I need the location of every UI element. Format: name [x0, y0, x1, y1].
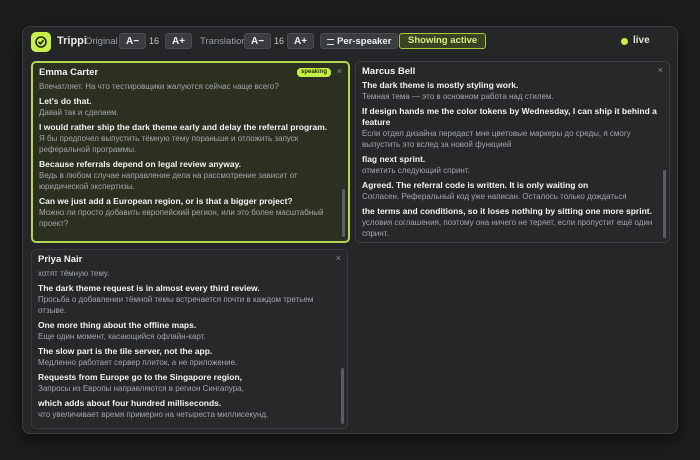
original-line: I would rather ship the dark theme early… — [39, 122, 328, 132]
speaker-name: Marcus Bell — [362, 66, 416, 77]
speaker-panel-emma[interactable]: Emma Carter speaking × Впечатляет. На чт… — [31, 61, 350, 243]
translation-line: Ведь в любом случае направление дела на … — [39, 171, 298, 191]
per-speaker-label: Per-speaker — [337, 36, 392, 47]
original-increase-button[interactable]: A+ — [165, 33, 193, 49]
close-icon[interactable]: × — [337, 66, 342, 76]
translation-line: Если отдел дизайна передаст мне цветовые… — [362, 129, 631, 149]
translation-line: Темная тема — это в основном работа над … — [362, 92, 554, 101]
translation-line: Еще один момент, касающийся офлайн-карт. — [38, 332, 206, 341]
speaker-panel-marcus[interactable]: Marcus Bell × The dark theme is mostly s… — [355, 61, 670, 243]
toolbar: Trippi Original A− 16 A+ Translation A− … — [23, 27, 677, 57]
original-line: the terms and conditions, so it loses no… — [362, 206, 652, 216]
transcript-list: хотят тёмную тему. The dark theme reques… — [38, 268, 337, 424]
app-title: Trippi — [57, 35, 87, 47]
translation-line: Можно ли просто добавить европейский рег… — [39, 208, 324, 228]
original-line: Agreed. The referral code is written. It… — [362, 180, 589, 190]
translation-line: отметить следующий спринт. — [362, 166, 470, 175]
translation-line: Давай так и сделаем. — [39, 108, 119, 117]
translation-increase-button[interactable]: A+ — [287, 33, 315, 49]
scrollbar[interactable] — [663, 170, 666, 238]
original-line: Can we just add a European region, or is… — [39, 196, 293, 206]
translation-line: Запросы из Европы направляются в регион … — [38, 384, 244, 393]
original-line: which adds about four hundred millisecon… — [38, 398, 222, 408]
original-size-value: 16 — [149, 36, 160, 46]
transcript-list: Впечатляет. На что тестировщики жалуются… — [39, 81, 338, 233]
list-icon — [327, 39, 334, 45]
translation-line: Согласен. Реферальный код уже написан. О… — [362, 192, 627, 201]
translation-line: Медленно работает сервер плиток, а не пр… — [38, 358, 238, 367]
close-icon[interactable]: × — [658, 65, 663, 75]
translation-line: Я бы предпочел выпустить тёмную тему пор… — [39, 134, 299, 154]
translation-size-value: 16 — [274, 36, 285, 46]
live-indicator-icon — [621, 38, 628, 45]
translation-decrease-button[interactable]: A− — [244, 33, 272, 49]
original-decrease-button[interactable]: A− — [119, 33, 147, 49]
original-line: Let's do that. — [39, 96, 92, 106]
translation-line: Впечатляет. На что тестировщики жалуются… — [39, 82, 279, 91]
per-speaker-button[interactable]: Per-speaker — [320, 33, 399, 49]
original-line: The slow part is the tile server, not th… — [38, 346, 213, 356]
translation-line: условия соглашения, поэтому она ничего н… — [362, 218, 653, 238]
translation-line: хотят тёмную тему. — [38, 269, 110, 278]
translation-label: Translation — [200, 36, 247, 47]
original-line: Because referrals depend on legal review… — [39, 159, 242, 169]
speaker-name: Emma Carter — [39, 67, 99, 78]
scrollbar[interactable] — [342, 189, 345, 237]
original-line: flag next sprint. — [362, 154, 426, 164]
speaker-name: Priya Nair — [38, 254, 83, 265]
original-line: Requests from Europe go to the Singapore… — [38, 372, 243, 382]
original-line: The dark theme request is in almost ever… — [38, 283, 260, 293]
transcript-list: The dark theme is mostly styling work. Т… — [362, 80, 659, 242]
original-line: The dark theme is mostly styling work. — [362, 80, 519, 90]
original-label: Original — [85, 36, 118, 47]
original-line: One more thing about the offline maps. — [38, 320, 197, 330]
app-logo-icon — [31, 32, 51, 52]
live-label: live — [633, 35, 650, 46]
showing-active-toggle[interactable]: Showing active — [399, 33, 487, 49]
app-window: Trippi Original A− 16 A+ Translation A− … — [22, 26, 678, 434]
original-line: If design hands me the color tokens by W… — [362, 106, 657, 127]
scrollbar[interactable] — [341, 368, 344, 424]
speaking-badge: speaking — [296, 68, 331, 77]
translation-line: Просьба о добавлении тёмной темы встреча… — [38, 295, 314, 315]
speaker-panel-priya[interactable]: Priya Nair × хотят тёмную тему. The dark… — [31, 249, 348, 429]
translation-line: что увеличивает время примерно на четыре… — [38, 410, 269, 419]
close-icon[interactable]: × — [336, 253, 341, 263]
